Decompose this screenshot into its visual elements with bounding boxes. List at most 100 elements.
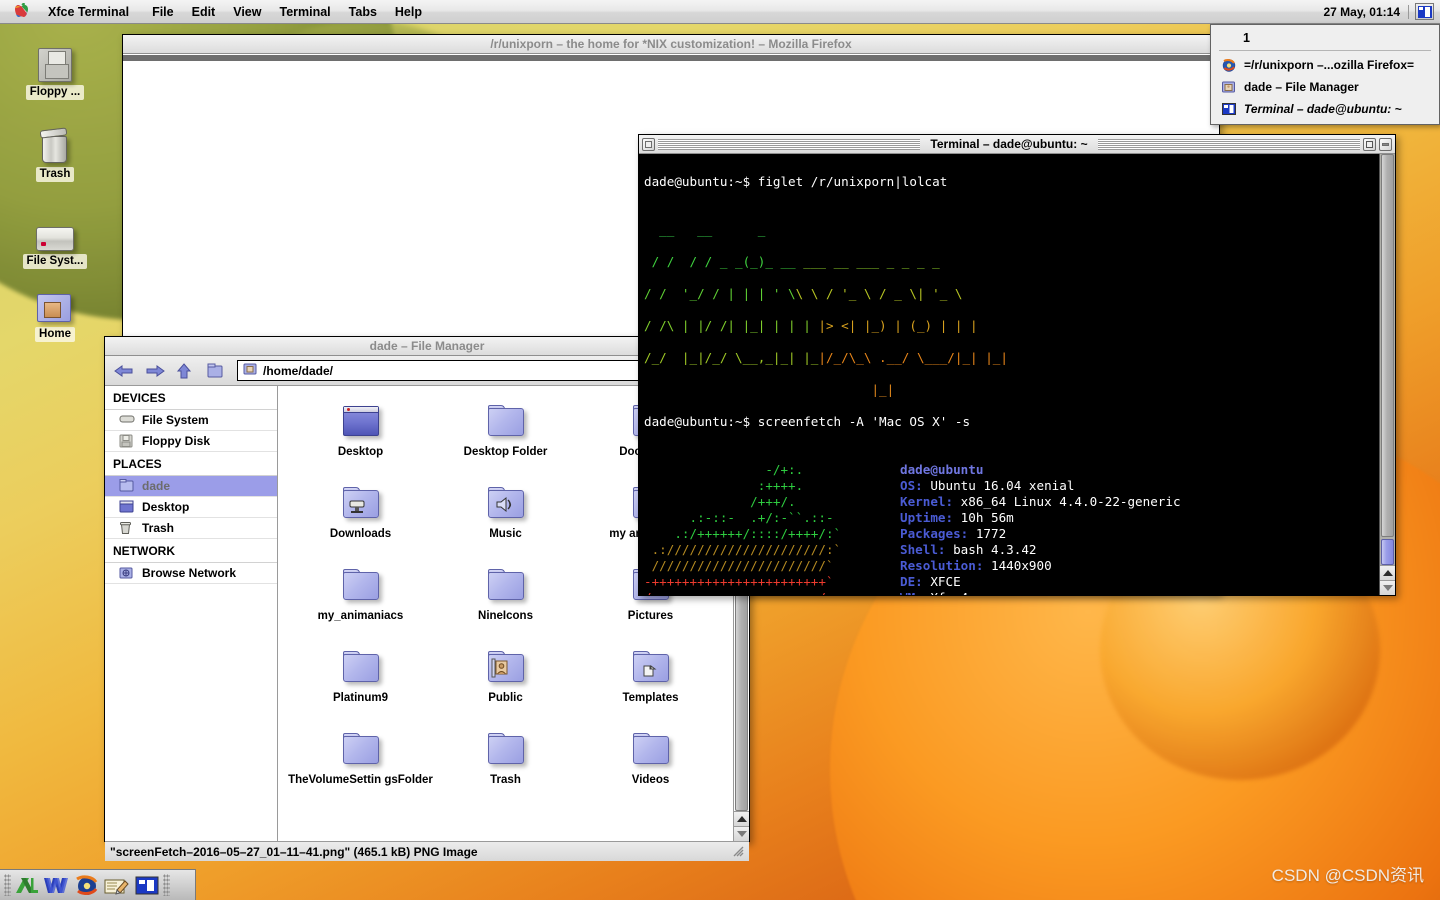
menu-item-file[interactable]: File bbox=[143, 5, 183, 19]
sidebar-item-label: Desktop bbox=[142, 500, 189, 514]
file-item[interactable]: NineIcons bbox=[433, 562, 578, 644]
file-manager-icon bbox=[1221, 79, 1237, 95]
terminal-scrollbar[interactable] bbox=[1379, 154, 1395, 595]
folder-icon bbox=[433, 398, 578, 444]
file-item[interactable]: Desktop bbox=[288, 398, 433, 480]
titlebar-stripes-right bbox=[862, 39, 1216, 50]
collapse-box-icon[interactable] bbox=[1379, 138, 1392, 151]
file-item[interactable]: Platinum9 bbox=[288, 644, 433, 726]
terminal-body[interactable]: dade@ubuntu:~$ figlet /r/unixporn|lolcat… bbox=[639, 154, 1395, 595]
ascii-art-logo: -/+:. :++++. /+++/. .:-::- .+/:-``.::- .… bbox=[644, 462, 900, 595]
window-list-item-firefox[interactable]: =/r/unixporn –...ozilla Firefox= bbox=[1211, 54, 1439, 76]
fetch-user: dade@ubuntu bbox=[900, 462, 983, 477]
fetch-value: Xfwm4 bbox=[930, 590, 968, 595]
window-list-menu[interactable]: 1 =/r/unixporn –...ozilla Firefox= bbox=[1210, 24, 1440, 125]
home-folder-icon bbox=[18, 278, 92, 324]
sidebar-item-browse-network[interactable]: Browse Network bbox=[105, 563, 277, 584]
terminal-icon[interactable] bbox=[133, 873, 161, 898]
watermark-text: CSDN @CSDN资讯 bbox=[1272, 861, 1424, 886]
fetch-value: bash 4.3.42 bbox=[953, 542, 1036, 557]
titlebar-stripes-right bbox=[1098, 139, 1360, 150]
file-item[interactable]: Trash bbox=[433, 726, 578, 808]
file-item[interactable]: TheVolumeSettin gsFolder bbox=[288, 726, 433, 808]
window-list-item-file-manager[interactable]: dade – File Manager bbox=[1211, 76, 1439, 98]
back-arrow-icon[interactable] bbox=[113, 362, 135, 380]
scrollbar-track[interactable] bbox=[1380, 154, 1395, 565]
file-item-label: Desktop Folder bbox=[433, 446, 578, 459]
desktop-icon-label: Trash bbox=[36, 167, 75, 182]
home-icon[interactable] bbox=[206, 362, 228, 380]
file-item[interactable]: Videos bbox=[578, 726, 723, 808]
desktop-icon-trash[interactable]: Trash bbox=[18, 118, 92, 182]
file-manager-statusbar: "screenFetch–2016–05–27_01–11–41.png" (4… bbox=[105, 841, 749, 861]
desktop-icon-file-system[interactable]: File Syst... bbox=[18, 205, 92, 269]
sidebar-item-file-system[interactable]: File System bbox=[105, 410, 277, 431]
screenfetch-output: -/+:. :++++. /+++/. .:-::- .+/:-``.::- .… bbox=[644, 462, 1379, 595]
fetch-key: Packages: bbox=[900, 526, 968, 541]
sidebar-item-floppy-disk[interactable]: Floppy Disk bbox=[105, 431, 277, 452]
scrollbar-thumb[interactable] bbox=[1381, 539, 1394, 565]
word-icon[interactable] bbox=[43, 873, 71, 898]
folder-small-icon bbox=[243, 362, 258, 379]
terminal-output[interactable]: dade@ubuntu:~$ figlet /r/unixporn|lolcat… bbox=[639, 154, 1379, 595]
desktop-icon bbox=[119, 500, 135, 514]
titlebar-stripes-left bbox=[126, 39, 480, 50]
folder-templates-icon bbox=[578, 644, 723, 690]
file-item[interactable]: Public bbox=[433, 644, 578, 726]
desktop-icon-floppy[interactable]: Floppy ... bbox=[18, 36, 92, 100]
menu-divider bbox=[1219, 50, 1431, 51]
dock-grip-icon[interactable] bbox=[4, 874, 11, 896]
menu-item-tabs[interactable]: Tabs bbox=[340, 5, 386, 19]
menu-app-name[interactable]: Xfce Terminal bbox=[39, 5, 143, 19]
text-editor-icon[interactable] bbox=[103, 873, 131, 898]
window-list-item-terminal[interactable]: Terminal – dade@ubuntu: ~ bbox=[1211, 98, 1439, 120]
firefox-icon[interactable] bbox=[73, 873, 101, 898]
sidebar-header-devices: DEVICES bbox=[105, 386, 277, 410]
up-arrow-icon[interactable] bbox=[175, 362, 197, 380]
fetch-value: 1440x900 bbox=[991, 558, 1052, 573]
menu-item-view[interactable]: View bbox=[224, 5, 270, 19]
terminal-window[interactable]: Terminal – dade@ubuntu: ~ dade@ubuntu:~$… bbox=[638, 134, 1396, 596]
terminal-titlebar[interactable]: Terminal – dade@ubuntu: ~ bbox=[639, 135, 1395, 154]
titlebar-stripes-left bbox=[108, 341, 360, 352]
forward-arrow-icon[interactable] bbox=[144, 362, 166, 380]
path-value: /home/dade/ bbox=[263, 364, 333, 378]
scrollbar-down-arrow[interactable] bbox=[734, 826, 749, 841]
floppy-disk-icon bbox=[18, 36, 92, 82]
file-item[interactable]: Music bbox=[433, 480, 578, 562]
menu-item-edit[interactable]: Edit bbox=[183, 5, 225, 19]
dock-panel[interactable] bbox=[0, 869, 196, 900]
file-item[interactable]: my_animaniacs bbox=[288, 562, 433, 644]
file-manager-sidebar[interactable]: DEVICES File System Floppy Disk PLACES bbox=[105, 386, 278, 841]
file-item[interactable]: Templates bbox=[578, 644, 723, 726]
menu-item-help[interactable]: Help bbox=[386, 5, 431, 19]
scrollbar-up-arrow[interactable] bbox=[1380, 565, 1395, 580]
clock: 27 May, 01:14 bbox=[1324, 5, 1409, 19]
firefox-titlebar[interactable]: /r/unixporn – the home for *NIX customiz… bbox=[123, 35, 1219, 54]
scrollbar-upper-region[interactable] bbox=[1381, 154, 1394, 537]
file-item-label: my_animaniacs bbox=[288, 610, 433, 623]
desktop-icon-home[interactable]: Home bbox=[18, 278, 92, 342]
file-item-label: Music bbox=[433, 528, 578, 541]
sidebar-header-places: PLACES bbox=[105, 452, 277, 476]
sidebar-item-trash[interactable]: Trash bbox=[105, 518, 277, 539]
fetch-key: DE: bbox=[900, 574, 923, 589]
terminal-window-title: Terminal – dade@ubuntu: ~ bbox=[923, 137, 1094, 151]
menu-item-terminal[interactable]: Terminal bbox=[270, 5, 339, 19]
apple-logo-icon[interactable] bbox=[14, 3, 29, 21]
dock-grip-icon-right[interactable] bbox=[163, 874, 170, 896]
xls-icon[interactable] bbox=[13, 873, 41, 898]
window-list-icon[interactable] bbox=[1415, 3, 1434, 20]
file-item[interactable]: Downloads bbox=[288, 480, 433, 562]
sidebar-item-desktop[interactable]: Desktop bbox=[105, 497, 277, 518]
fetch-key: Uptime: bbox=[900, 510, 953, 525]
scrollbar-up-arrow[interactable] bbox=[734, 811, 749, 826]
desktop-icon-label: File Syst... bbox=[23, 254, 88, 269]
sidebar-item-dade[interactable]: dade bbox=[105, 476, 277, 497]
file-item[interactable]: Desktop Folder bbox=[433, 398, 578, 480]
zoom-box-icon[interactable] bbox=[1363, 138, 1376, 151]
terminal-close-button[interactable] bbox=[642, 138, 655, 151]
folder-icon bbox=[288, 644, 433, 690]
resize-grip-icon[interactable] bbox=[730, 843, 744, 860]
scrollbar-down-arrow[interactable] bbox=[1380, 580, 1395, 595]
